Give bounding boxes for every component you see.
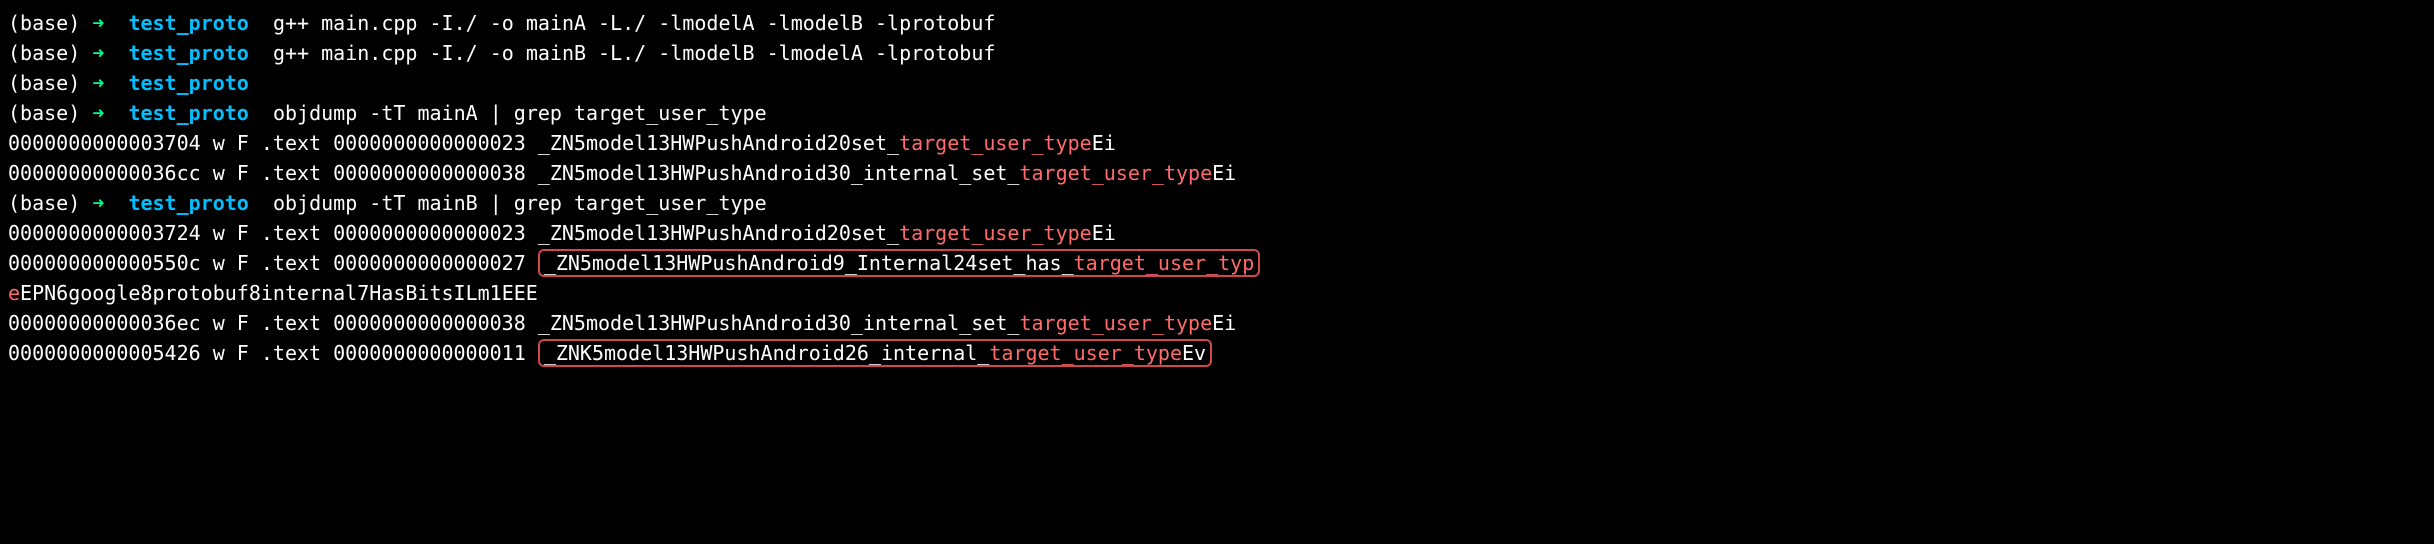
command-text: objdump -tT mainB | grep target_user_typ…: [273, 191, 767, 215]
output-line: 000000000000550c w F .text 0000000000000…: [8, 248, 2426, 278]
grep-match: target_user_type: [899, 131, 1092, 155]
output-line: 00000000000036cc w F .text 0000000000000…: [8, 158, 2426, 188]
output-line: 0000000000003724 w F .text 0000000000000…: [8, 218, 2426, 248]
command-text: g++ main.cpp -I./ -o mainB -L./ -lmodelB…: [273, 41, 995, 65]
prompt-arrow-icon: ➜: [92, 41, 104, 65]
cmd-line-3: (base) ➜ test_proto: [8, 68, 2426, 98]
grep-match: target_user_type: [1019, 311, 1212, 335]
prompt-arrow-icon: ➜: [92, 191, 104, 215]
prompt-arrow-icon: ➜: [92, 101, 104, 125]
prompt-directory: test_proto: [128, 101, 248, 125]
symbol-text: 00000000000036ec w F .text 0000000000000…: [8, 311, 1019, 335]
prompt-base: (base): [8, 101, 80, 125]
command-text: objdump -tT mainA | grep target_user_typ…: [273, 101, 767, 125]
terminal-output: (base) ➜ test_proto g++ main.cpp -I./ -o…: [8, 8, 2426, 368]
cmd-line-2: (base) ➜ test_proto g++ main.cpp -I./ -o…: [8, 38, 2426, 68]
cmd-line-1: (base) ➜ test_proto g++ main.cpp -I./ -o…: [8, 8, 2426, 38]
grep-match: target_user_type: [899, 221, 1092, 245]
annotation-box: _ZNK5model13HWPushAndroid26_internal_tar…: [538, 339, 1212, 367]
symbol-suffix: Ei: [1092, 221, 1116, 245]
prompt-base: (base): [8, 71, 80, 95]
output-line-wrap: eEPN6google8protobuf8internal7HasBitsILm…: [8, 278, 2426, 308]
prompt-directory: test_proto: [128, 11, 248, 35]
symbol-text: 00000000000036cc w F .text 0000000000000…: [8, 161, 1019, 185]
prompt-arrow-icon: ➜: [92, 11, 104, 35]
prompt-base: (base): [8, 11, 80, 35]
cmd-line-5: (base) ➜ test_proto objdump -tT mainB | …: [8, 188, 2426, 218]
symbol-suffix: Ei: [1212, 161, 1236, 185]
prompt-arrow-icon: ➜: [92, 71, 104, 95]
symbol-suffix: Ei: [1212, 311, 1236, 335]
command-text: g++ main.cpp -I./ -o mainA -L./ -lmodelA…: [273, 11, 995, 35]
grep-match-wrap: e: [8, 281, 20, 305]
symbol-wrap-text: EPN6google8protobuf8internal7HasBitsILm1…: [20, 281, 538, 305]
prompt-directory: test_proto: [128, 191, 248, 215]
prompt-directory: test_proto: [128, 71, 248, 95]
prompt-base: (base): [8, 191, 80, 215]
output-line: 0000000000005426 w F .text 0000000000000…: [8, 338, 2426, 368]
symbol-boxed-text: _ZN5model13HWPushAndroid9_Internal24set_…: [544, 251, 1074, 275]
symbol-suffix: Ei: [1092, 131, 1116, 155]
output-line: 00000000000036ec w F .text 0000000000000…: [8, 308, 2426, 338]
symbol-boxed-text: _ZNK5model13HWPushAndroid26_internal_: [544, 341, 990, 365]
prompt-base: (base): [8, 41, 80, 65]
prompt-directory: test_proto: [128, 41, 248, 65]
annotation-box: _ZN5model13HWPushAndroid9_Internal24set_…: [538, 249, 1260, 277]
symbol-text: 0000000000003704 w F .text 0000000000000…: [8, 131, 899, 155]
grep-match: target_user_type: [1019, 161, 1212, 185]
cmd-line-4: (base) ➜ test_proto objdump -tT mainA | …: [8, 98, 2426, 128]
output-line: 0000000000003704 w F .text 0000000000000…: [8, 128, 2426, 158]
symbol-boxed-suffix: Ev: [1182, 341, 1206, 365]
symbol-text: 0000000000003724 w F .text 0000000000000…: [8, 221, 899, 245]
grep-match: target_user_typ: [1074, 251, 1255, 275]
grep-match: target_user_type: [989, 341, 1182, 365]
symbol-text: 0000000000005426 w F .text 0000000000000…: [8, 341, 538, 365]
symbol-text: 000000000000550c w F .text 0000000000000…: [8, 251, 538, 275]
